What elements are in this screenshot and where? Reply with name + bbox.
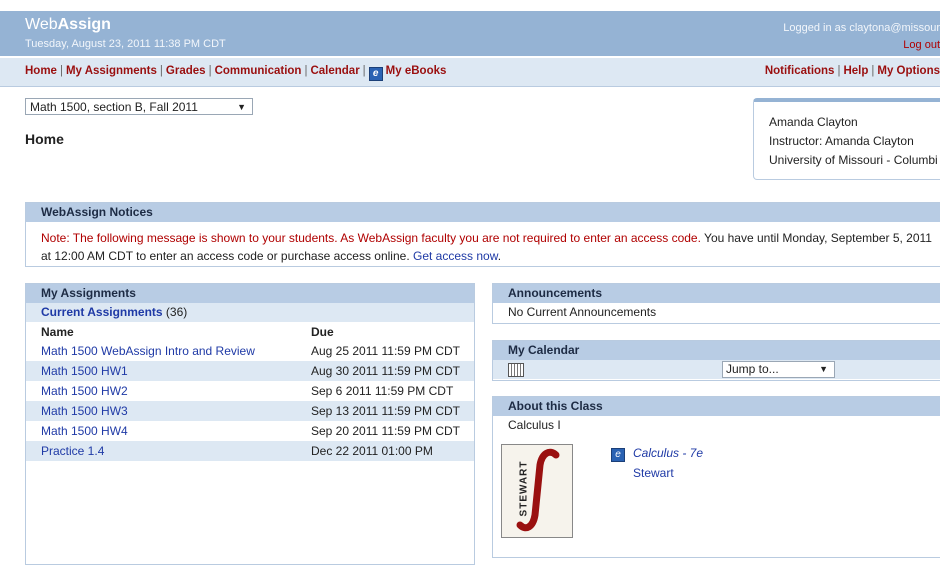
page-title: Home <box>25 131 64 147</box>
about-class-title: About this Class <box>493 397 940 416</box>
table-row: Math 1500 HW2 Sep 6 2011 11:59 PM CDT <box>26 381 474 401</box>
calendar-row: Jump to... ▼ <box>493 360 940 379</box>
course-name: Calculus I <box>508 418 561 432</box>
nav-calendar[interactable]: Calendar <box>310 65 359 77</box>
notices-panel: WebAssign Notices Note: The following me… <box>25 202 940 267</box>
get-access-link[interactable]: Get access now <box>413 249 498 263</box>
table-row: Math 1500 HW1 Aug 30 2011 11:59 PM CDT <box>26 361 474 381</box>
nav-my-ebooks[interactable]: My eBooks <box>386 65 447 77</box>
assignment-link[interactable]: Practice 1.4 <box>41 444 104 458</box>
col-name: Name <box>26 322 296 341</box>
assignment-link[interactable]: Math 1500 HW3 <box>41 404 128 418</box>
calendar-panel: My Calendar Jump to... ▼ <box>492 340 940 381</box>
current-date: Tuesday, August 23, 2011 11:38 PM CDT <box>25 38 226 50</box>
table-row: Math 1500 HW4 Sep 20 2011 11:59 PM CDT <box>26 421 474 441</box>
nav-notifications[interactable]: Notifications <box>765 65 835 77</box>
user-name: Amanda Clayton <box>769 115 858 129</box>
course-select[interactable]: Math 1500, section B, Fall 2011 ▼ <box>25 98 253 115</box>
calendar-icon[interactable] <box>508 363 524 377</box>
book-cover-image[interactable]: STEWART <box>501 444 573 538</box>
assignment-due: Aug 30 2011 11:59 PM CDT <box>296 361 474 381</box>
chevron-down-icon: ▼ <box>237 102 246 112</box>
table-row: Math 1500 WebAssign Intro and Review Aug… <box>26 341 474 361</box>
ebook-author-link[interactable]: Stewart <box>633 466 674 480</box>
nav-grades[interactable]: Grades <box>166 65 206 77</box>
assignments-panel: My Assignments Current Assignments (36) … <box>25 283 475 565</box>
course-select-value: Math 1500, section B, Fall 2011 <box>30 100 198 114</box>
table-row: Practice 1.4 Dec 22 2011 01:00 PM <box>26 441 474 461</box>
chevron-down-icon: ▼ <box>819 364 828 374</box>
current-assignments-header: Current Assignments (36) <box>26 303 474 322</box>
notice-message: Note: The following message is shown to … <box>41 231 932 263</box>
assignment-link[interactable]: Math 1500 HW1 <box>41 364 128 378</box>
table-row: Math 1500 HW3 Sep 13 2011 11:59 PM CDT <box>26 401 474 421</box>
assignment-link[interactable]: Math 1500 HW4 <box>41 424 128 438</box>
user-role: Instructor: Amanda Clayton <box>769 134 914 148</box>
nav-help[interactable]: Help <box>843 65 868 77</box>
assignment-due: Dec 22 2011 01:00 PM <box>296 441 474 461</box>
notices-title: WebAssign Notices <box>26 203 940 222</box>
assignments-title: My Assignments <box>26 284 474 303</box>
ebook-title-link[interactable]: Calculus - 7e <box>633 446 703 460</box>
ebook-icon[interactable]: e <box>611 448 625 462</box>
webassign-logo[interactable]: WebAssign <box>25 16 111 34</box>
assignment-link[interactable]: Math 1500 HW2 <box>41 384 128 398</box>
jump-to-select[interactable]: Jump to... ▼ <box>722 361 835 378</box>
assignment-due: Aug 25 2011 11:59 PM CDT <box>311 344 460 358</box>
assignments-table: Name Due Math 1500 WebAssign Intro and R… <box>26 322 474 461</box>
current-assignments-link[interactable]: Current Assignments <box>41 305 163 319</box>
announcements-title: Announcements <box>493 284 940 303</box>
about-class-panel: About this Class Calculus I STEWART e Ca… <box>492 396 940 558</box>
calendar-title: My Calendar <box>493 341 940 360</box>
assignment-due: Sep 20 2011 11:59 PM CDT <box>311 424 460 438</box>
announcements-text: No Current Announcements <box>508 305 657 319</box>
nav-my-assignments[interactable]: My Assignments <box>66 65 157 77</box>
nav-communication[interactable]: Communication <box>215 65 302 77</box>
nav-my-options[interactable]: My Options <box>877 65 940 77</box>
user-info-box: Amanda Clayton Instructor: Amanda Clayto… <box>753 98 940 180</box>
col-due: Due <box>296 322 474 341</box>
integral-sign-graphic <box>516 448 560 532</box>
announcements-panel: Announcements No Current Announcements <box>492 283 940 324</box>
main-nav: Home | My Assignments | Grades | Communication… <box>0 58 940 87</box>
assignment-due: Sep 6 2011 11:59 PM CDT <box>311 384 454 398</box>
logout-link[interactable]: Log out <box>903 39 940 51</box>
logged-in-label: Logged in as claytona@missour <box>783 22 940 34</box>
user-school: University of Missouri - Columbi <box>769 153 938 167</box>
assignment-due: Sep 13 2011 11:59 PM CDT <box>296 401 474 421</box>
current-assignments-count: (36) <box>165 305 188 319</box>
assignment-link[interactable]: Math 1500 WebAssign Intro and Review <box>41 344 255 358</box>
ebook-icon: e <box>368 67 383 81</box>
notice-warning: Note: The following message is shown to … <box>41 231 701 245</box>
app-header: WebAssign Tuesday, August 23, 2011 11:38… <box>0 11 940 56</box>
nav-home[interactable]: Home <box>25 65 57 77</box>
